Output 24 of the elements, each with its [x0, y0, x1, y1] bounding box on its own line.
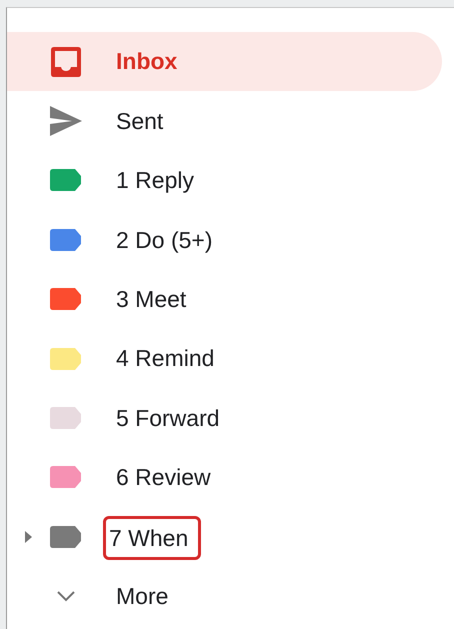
- nav-label: Inbox: [116, 47, 178, 76]
- nav-item[interactable]: 3 Meet: [7, 270, 442, 329]
- nav-item[interactable]: 5 Forward: [7, 388, 442, 448]
- nav-item[interactable]: More: [7, 566, 442, 626]
- nav-label: Sent: [116, 106, 164, 136]
- nav-label: More: [116, 582, 168, 611]
- nav-label: 2 Do (5+): [116, 226, 213, 255]
- nav-item[interactable]: 2 Do (5+): [7, 210, 442, 270]
- nav-item[interactable]: 6 Review: [7, 448, 442, 508]
- highlighted-label: 7 When: [103, 516, 202, 560]
- nav-item[interactable]: Inbox: [7, 32, 442, 92]
- nav-label: 3 Meet: [116, 285, 186, 314]
- nav-label: 6 Review: [116, 463, 211, 492]
- nav-label: 4 Remind: [116, 344, 214, 374]
- caret-icon[interactable]: [24, 530, 32, 543]
- nav-item[interactable]: Sent: [7, 91, 442, 151]
- nav-item[interactable]: 1 Reply: [7, 150, 442, 210]
- chevron-down-icon: [57, 590, 75, 602]
- send-icon: [50, 106, 82, 136]
- nav-label: 5 Forward: [116, 404, 220, 433]
- nav-item[interactable]: 7 When: [7, 507, 442, 567]
- nav-label: 1 Reply: [116, 166, 194, 196]
- inbox-icon: [51, 46, 81, 77]
- nav-item[interactable]: 4 Remind: [7, 328, 442, 388]
